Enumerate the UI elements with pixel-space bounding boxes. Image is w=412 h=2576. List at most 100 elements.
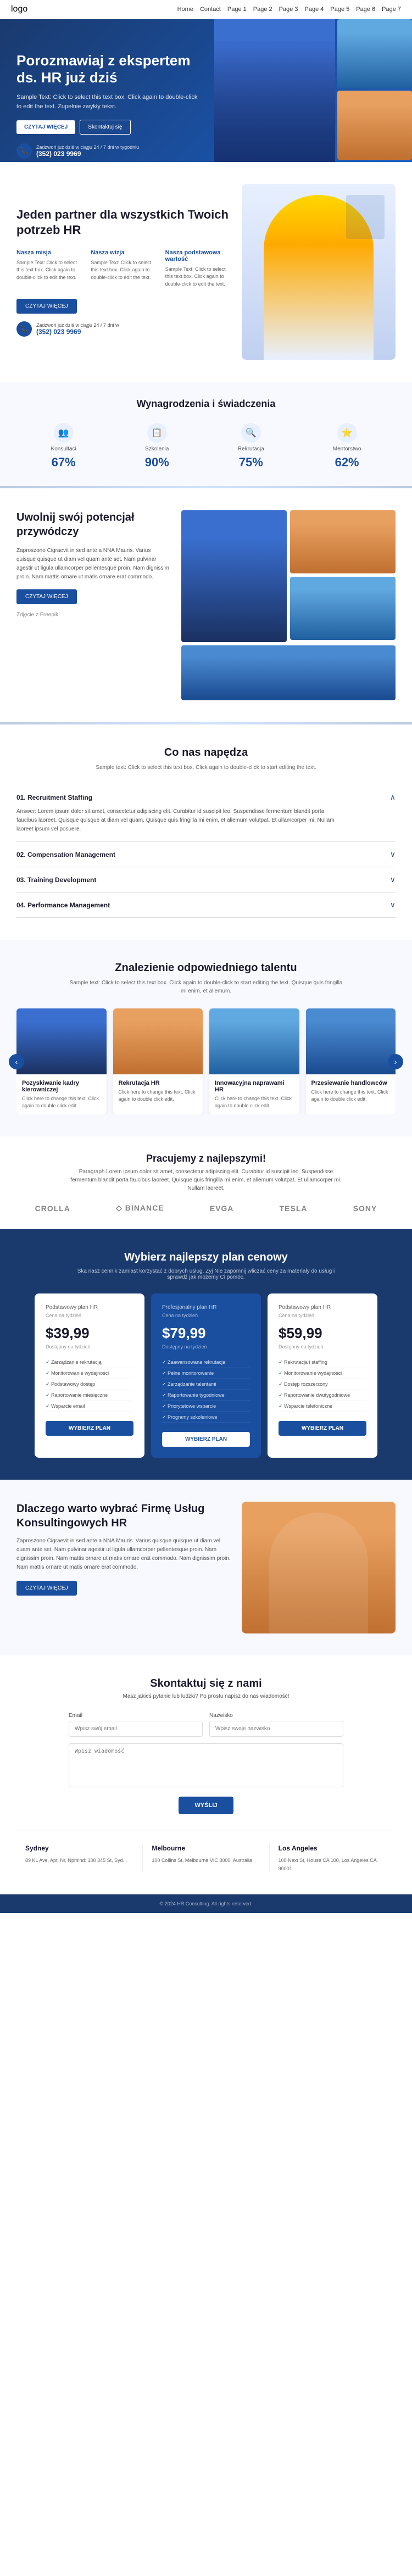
hero-content: Porozmawiaj z ekspertem ds. HR już dziś … (16, 41, 203, 159)
talent-card-title-3: Innowacyjna naprawami HR (215, 1080, 294, 1093)
accordion-header-3[interactable]: 03. Training Development ∨ (16, 875, 396, 884)
phone-icon: 📞 (16, 143, 32, 159)
nav-page4[interactable]: Page 4 (305, 6, 324, 13)
pricing-feature: Podstawowy dostęp (46, 1379, 133, 1390)
name-input[interactable] (209, 1721, 343, 1737)
partner-photo (242, 184, 396, 360)
nav-home[interactable]: Home (177, 6, 193, 13)
name-label: Nazwisko (209, 1713, 343, 1719)
hero-side-image-2 (337, 91, 412, 160)
one-partner-phone-icon: 📞 (16, 321, 32, 337)
partner-logo-crolla: CROLLA (35, 1204, 70, 1213)
why-content: Dlaczego warto wybrać Firmę Usług Konsul… (16, 1502, 231, 1633)
nav-page1[interactable]: Page 1 (227, 6, 247, 13)
nav-page6[interactable]: Page 6 (356, 6, 375, 13)
nav-page5[interactable]: Page 5 (330, 6, 349, 13)
leadership-images (181, 510, 396, 700)
why-heading: Dlaczego warto wybrać Firmę Usług Konsul… (16, 1502, 231, 1530)
talent-card-image-1 (16, 1008, 107, 1074)
stat-value-recruitment: 75% (239, 455, 263, 470)
accordion-header-4[interactable]: 04. Performance Management ∨ (16, 900, 396, 910)
section-divider-1 (0, 486, 412, 488)
one-partner-read-more[interactable]: CZYTAJ WIĘCEJ (16, 299, 77, 314)
why-read-more[interactable]: CZYTAJ WIĘCEJ (16, 1581, 77, 1596)
footer-city-sydney: Sydney (25, 1844, 133, 1852)
accordion-header-2[interactable]: 02. Compensation Management ∨ (16, 850, 396, 859)
stat-value-mentoring: 62% (335, 455, 359, 470)
submit-button[interactable]: WYŚLIJ (179, 1797, 234, 1814)
accordion-title-4: 04. Performance Management (16, 901, 110, 909)
talent-card-desc-1: Click here to change this text. Click ag… (22, 1095, 101, 1109)
pricing-period-basic: Dostępny na tydzień (46, 1344, 133, 1350)
message-textarea[interactable] (69, 1743, 343, 1787)
talent-card-4: Przesiewanie handlowców Click here to ch… (306, 1008, 396, 1114)
talent-heading: Znalezienie odpowiedniego talentu (16, 962, 396, 974)
footer-col-melbourne: Melbourne 100 Collins St, Melbourne VIC … (143, 1844, 269, 1872)
accordion-chevron-3: ∨ (390, 875, 396, 884)
nav-page2[interactable]: Page 2 (253, 6, 272, 13)
hero-description: Sample Text: Click to select this text b… (16, 93, 203, 111)
pricing-tier-standard: Podstawowy plan HR (279, 1304, 366, 1311)
pricing-feature: Zarządzanie talentami (162, 1379, 250, 1390)
accordion-header-1[interactable]: 01. Recruitment Staffing ∧ (16, 793, 396, 802)
pricing-features-pro: Zaawansowana rekrutacja Pełne monitorowa… (162, 1357, 250, 1423)
pricing-feature: Monitorowanie wydajności (279, 1368, 366, 1379)
partners-section: Pracujemy z najlepszymi! Paragraph Lorem… (0, 1136, 412, 1229)
leadership-image-3 (290, 577, 396, 640)
footer-addresses: Sydney 89 KL Ave, Apt. Nr, Npmind: 100 3… (16, 1831, 396, 1872)
hero-outline-btn[interactable]: Skontaktuj się (80, 120, 130, 135)
leadership-images-stack (290, 510, 396, 642)
accordion-body-1: Answer: Lorem ipsum dolor sit amet, cons… (16, 802, 346, 834)
nav-contact[interactable]: Contact (200, 6, 221, 13)
partners-heading: Pracujemy z najlepszymi! (16, 1153, 396, 1164)
hero-contact-label: Zadzwoń już dziś w ciągu 24 / 7 dni w ty… (36, 144, 139, 150)
stat-icon-consultants: 👥 (54, 423, 74, 443)
value-vision-text: Sample Text: Click to select this text b… (91, 259, 156, 282)
footer-address-melbourne: 100 Collins St, Melbourne VIC 3000, Aust… (152, 1856, 260, 1864)
nav-page7[interactable]: Page 7 (382, 6, 401, 13)
pricing-feature: Raportowanie tygodniowe (162, 1390, 250, 1401)
stat-mentoring: ⭐ Mentorstwo 62% (333, 423, 361, 470)
pricing-sub-basic: Cena na tydzień (46, 1313, 133, 1318)
pricing-features-standard: Rekrutacja i staffing Monitorowanie wyda… (279, 1357, 366, 1412)
pricing-btn-pro[interactable]: WYBIERZ PLAN (162, 1432, 250, 1447)
accordion-title-1: 01. Recruitment Staffing (16, 794, 92, 801)
leadership-image-1 (181, 510, 287, 642)
leadership-section: Uwolnij swój potencjał przywódczy Zapros… (0, 488, 412, 722)
one-partner-contact-label: Zadzwoń już dziś w ciągu 24 / 7 dni w (36, 322, 119, 328)
pricing-btn-basic[interactable]: WYBIERZ PLAN (46, 1421, 133, 1436)
one-partner-image (242, 184, 396, 360)
value-mission-title: Nasza misja (16, 249, 82, 256)
leadership-author: Zdjęcie z Freepik (16, 612, 170, 618)
stat-icon-recruitment: 🔍 (241, 423, 261, 443)
nav-page3[interactable]: Page 3 (279, 6, 298, 13)
carousel-arrow-left[interactable]: ‹ (9, 1054, 24, 1069)
pricing-feature: Wsparcie email (46, 1401, 133, 1412)
stat-value-training: 90% (145, 455, 169, 470)
pricing-price-pro: $79,99 (162, 1325, 250, 1342)
talent-card-image-3 (209, 1008, 299, 1074)
pricing-btn-standard[interactable]: WYBIERZ PLAN (279, 1421, 366, 1436)
value-core-text: Sample Text: Click to select this text b… (165, 266, 231, 288)
pricing-tier-pro: Profesjonalny plan HR (162, 1304, 250, 1311)
hero-primary-btn[interactable]: CZYTAJ WIĘCEJ (16, 120, 75, 134)
leadership-read-more[interactable]: CZYTAJ WIĘCEJ (16, 589, 77, 604)
value-core-title: Nasza podstawowa wartość (165, 249, 231, 263)
talent-card-3: Innowacyjna naprawami HR Click here to c… (209, 1008, 299, 1114)
talent-subtitle: Sample text: Click to select this text b… (69, 979, 343, 995)
one-partner-content: Jeden partner dla wszystkich Twoich potr… (16, 207, 231, 337)
pricing-feature: Pełne monitorowanie (162, 1368, 250, 1379)
stat-recruitment: 🔍 Rekrutacja 75% (238, 423, 264, 470)
contact-section: Skontaktuj się z nami Masz jakieś pytani… (0, 1655, 412, 1894)
pricing-feature: Programy szkoleniowe (162, 1412, 250, 1423)
talent-card-1: Pozyskiwanie kadry kierowniczej Click he… (16, 1008, 107, 1114)
pricing-features-basic: Zarządzanie rekrutacją Monitorowanie wyd… (46, 1357, 133, 1412)
accordion-chevron-1: ∧ (390, 793, 396, 802)
why-image (242, 1502, 396, 1633)
stat-consultants: 👥 Konsultaci 67% (51, 423, 76, 470)
talent-card-image-4 (306, 1008, 396, 1074)
stat-training: 📋 Szkolenia 90% (145, 423, 169, 470)
one-partner-section: Jeden partner dla wszystkich Twoich potr… (0, 162, 412, 382)
email-input[interactable] (69, 1721, 203, 1737)
carousel-arrow-right[interactable]: › (388, 1054, 403, 1069)
